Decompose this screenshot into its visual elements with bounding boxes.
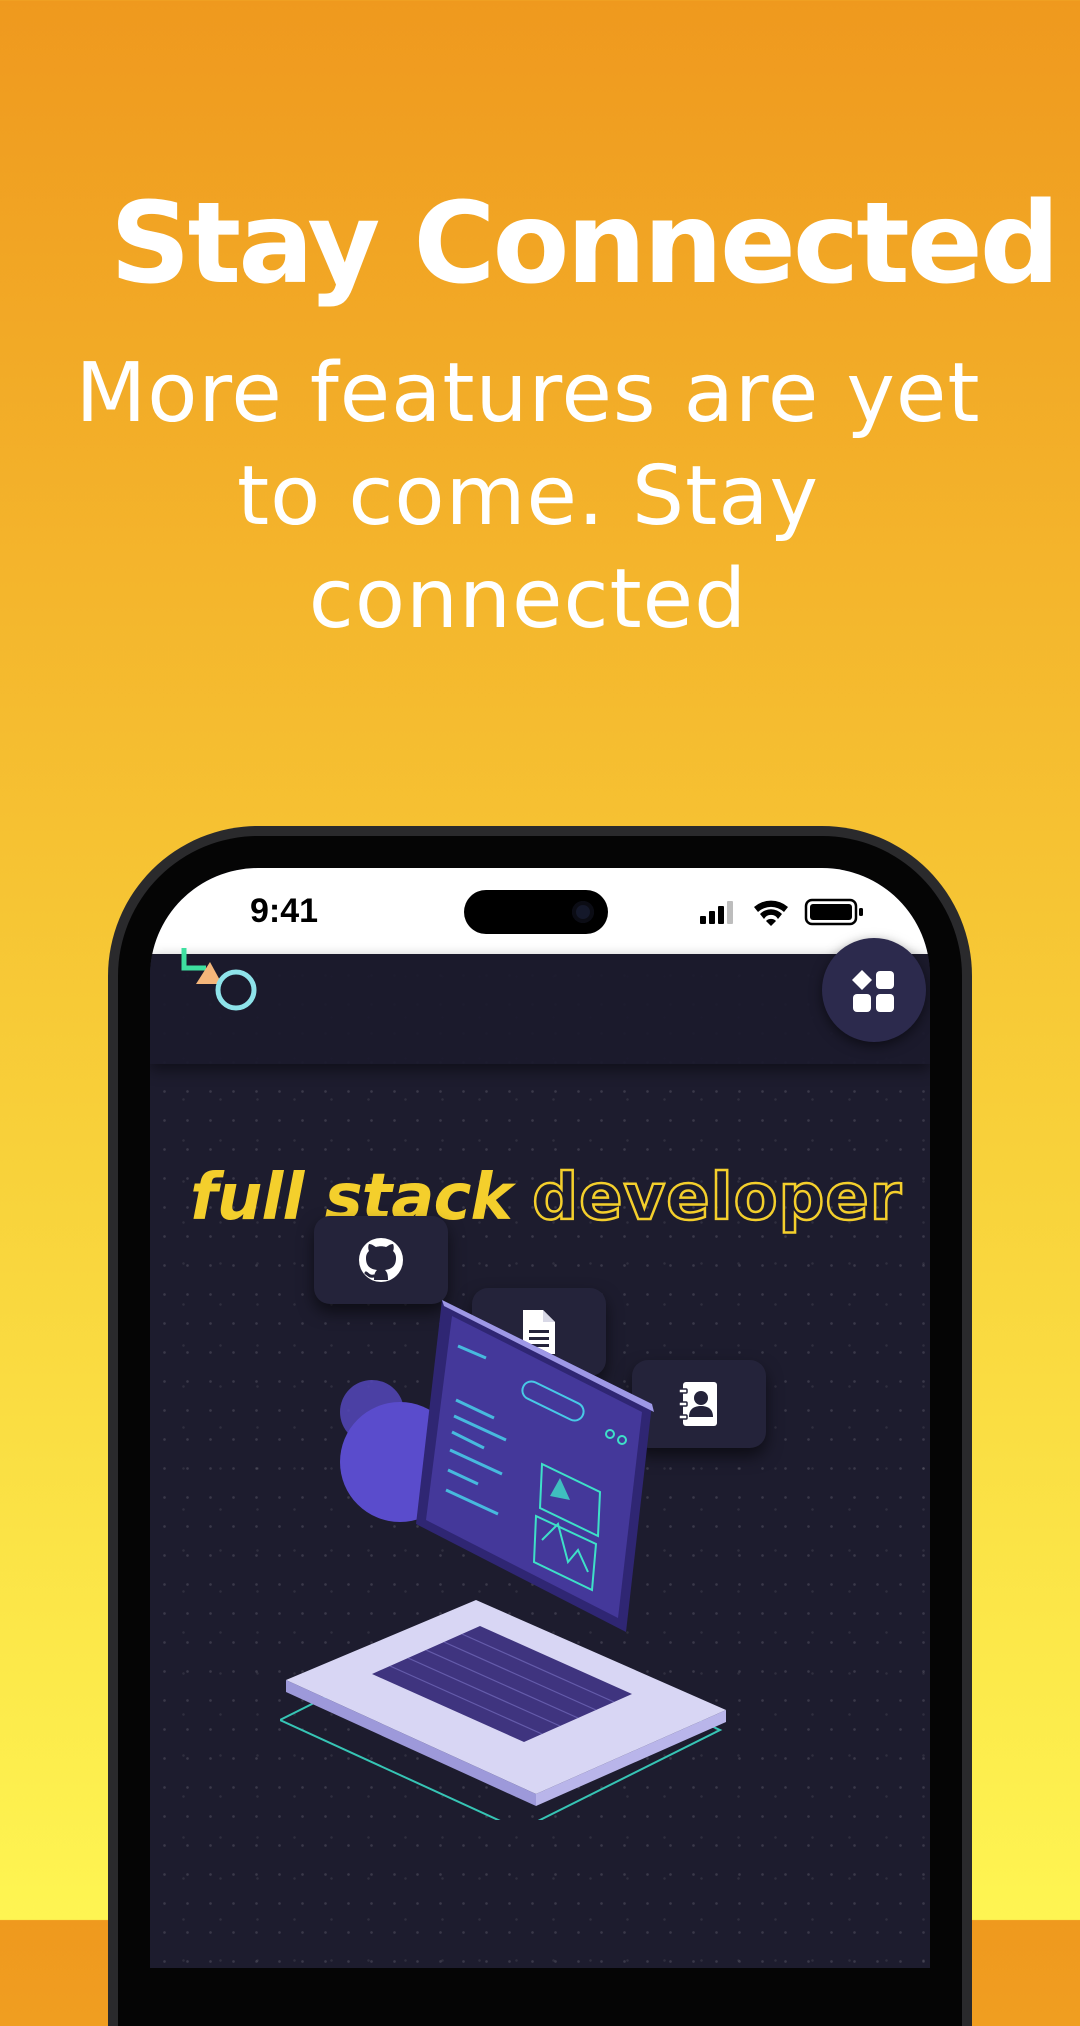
shapes-logo-icon[interactable]: [180, 948, 270, 1028]
app-content: full stack developer: [150, 938, 930, 1968]
phone-screen: 9:41 full stack developer: [150, 868, 930, 1968]
laptop-illustration: [280, 1300, 726, 1820]
status-icons: [700, 898, 863, 926]
github-icon: [359, 1238, 403, 1282]
status-time: 9:41: [250, 892, 319, 930]
wifi-icon: [754, 900, 788, 926]
hero-title-secondary: developer: [531, 1161, 903, 1235]
grid-menu-icon: [852, 970, 894, 1012]
battery-icon: [804, 898, 863, 926]
camera-icon: [572, 901, 594, 923]
headline: Stay Connected: [110, 179, 1060, 309]
status-bar: 9:41: [150, 868, 930, 954]
subtitle: More features are yet to come. Stay conn…: [75, 346, 981, 647]
github-link-button[interactable]: [314, 1216, 448, 1304]
app-header: [150, 938, 930, 1064]
grid-menu-button[interactable]: [822, 938, 926, 1042]
dynamic-island: [464, 890, 608, 934]
signal-icon: [700, 901, 733, 924]
hero-title: full stack developer: [190, 1165, 910, 1232]
